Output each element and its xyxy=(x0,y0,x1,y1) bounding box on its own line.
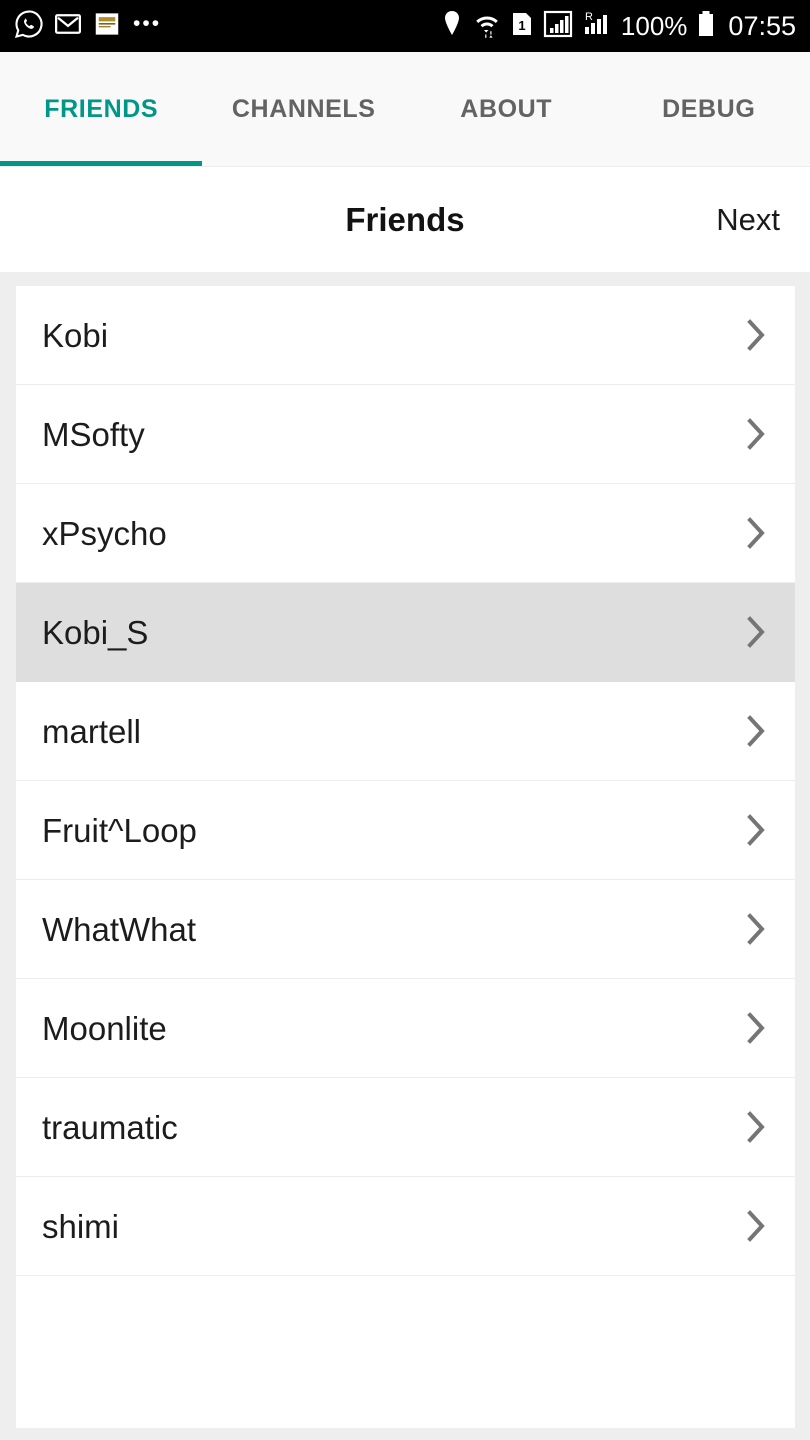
friend-name: shimi xyxy=(42,1207,120,1245)
tab-channels[interactable]: CHANNELS xyxy=(203,95,406,124)
friend-name: WhatWhat xyxy=(42,910,197,948)
next-button[interactable]: Next xyxy=(716,202,780,238)
chevron-right-icon xyxy=(717,1107,795,1147)
list-item[interactable]: Kobi xyxy=(16,286,795,385)
friend-name: xPsycho xyxy=(42,514,167,552)
page-title: Friends xyxy=(345,200,465,238)
more-notifications-indicator: ••• xyxy=(133,11,162,35)
list-item[interactable]: MSofty xyxy=(16,385,795,484)
friend-name: martell xyxy=(42,712,142,750)
list-item[interactable]: WhatWhat xyxy=(16,880,795,979)
friend-name: Kobi xyxy=(42,316,109,354)
news-icon xyxy=(92,9,122,44)
clock-label: 07:55 xyxy=(728,10,796,41)
svg-text:R: R xyxy=(585,11,593,23)
chevron-right-icon xyxy=(717,1008,795,1048)
list-item[interactable]: martell xyxy=(16,682,795,781)
list-item[interactable]: traumatic xyxy=(16,1078,795,1177)
chevron-right-icon xyxy=(717,909,795,949)
status-bar-system-icons: 1 R 100% 07:55 xyxy=(440,9,796,44)
battery-full-icon xyxy=(696,9,716,44)
list-item[interactable]: Fruit^Loop xyxy=(16,781,795,880)
whatsapp-icon xyxy=(14,9,44,44)
chevron-right-icon xyxy=(717,513,795,553)
page-header: Friends Next xyxy=(0,167,810,272)
chevron-right-icon xyxy=(717,612,795,652)
chevron-right-icon xyxy=(717,315,795,355)
tab-debug[interactable]: DEBUG xyxy=(608,95,810,124)
friend-name: Moonlite xyxy=(42,1009,167,1047)
gmail-icon xyxy=(53,9,83,44)
tab-about[interactable]: ABOUT xyxy=(405,95,608,124)
roaming-signal-icon: R xyxy=(582,9,612,44)
location-pin-icon xyxy=(440,9,464,44)
chevron-right-icon xyxy=(717,414,795,454)
friend-name: Kobi_S xyxy=(42,613,149,651)
sim-1-icon: 1 xyxy=(510,9,534,44)
chevron-right-icon xyxy=(717,810,795,850)
chevron-right-icon xyxy=(717,711,795,751)
chevron-right-icon xyxy=(717,1206,795,1246)
list-item[interactable]: Moonlite xyxy=(16,979,795,1078)
tab-friends[interactable]: FRIENDS xyxy=(0,95,203,124)
active-tab-indicator xyxy=(0,161,202,166)
wifi-icon xyxy=(473,9,501,44)
list-item-selected[interactable]: Kobi_S xyxy=(16,583,795,682)
status-bar: ••• 1 R 100% 07:55 xyxy=(0,0,810,52)
list-item[interactable]: xPsycho xyxy=(16,484,795,583)
tab-bar: FRIENDS CHANNELS ABOUT DEBUG xyxy=(0,52,810,167)
friend-name: traumatic xyxy=(42,1108,178,1146)
svg-text:1: 1 xyxy=(518,18,525,33)
friend-name: Fruit^Loop xyxy=(42,811,197,849)
battery-percent-label: 100% xyxy=(620,10,688,41)
list-item[interactable]: shimi xyxy=(16,1177,795,1276)
friend-name: MSofty xyxy=(42,415,145,453)
status-bar-notifications: ••• xyxy=(14,9,440,44)
signal-bars-icon xyxy=(543,9,573,44)
list-empty-space xyxy=(16,1276,795,1428)
friends-list: Kobi MSofty xPsycho Kobi_S martell Fruit… xyxy=(16,286,795,1428)
content-area: Kobi MSofty xPsycho Kobi_S martell Fruit… xyxy=(0,272,810,1440)
